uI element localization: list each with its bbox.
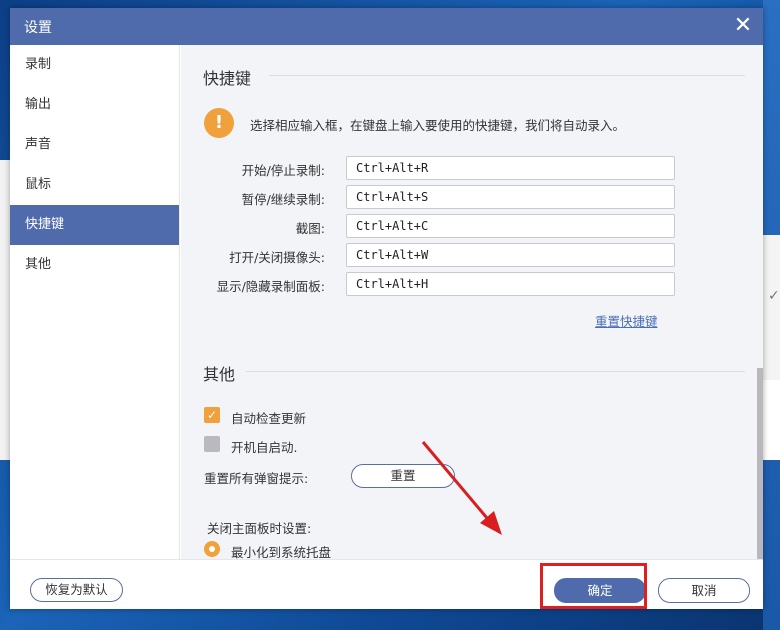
hotkey-label-start-stop: 开始/停止录制: <box>241 163 325 178</box>
close-icon[interactable]: ✕ <box>731 14 755 38</box>
section-divider <box>246 371 745 372</box>
other-section-title: 其他 <box>203 365 236 384</box>
section-divider <box>269 75 745 76</box>
settings-dialog: 设置 ✕ 录制 输出 声音 鼠标 快捷键 其他 快捷键 ! 选择相应输入框，在键… <box>10 8 763 609</box>
minimize-option-label: 最小化到系统托盘 <box>231 545 332 559</box>
sidebar-item-mouse[interactable]: 鼠标 <box>10 165 179 205</box>
sidebar-item-hotkeys[interactable]: 快捷键 <box>10 205 179 245</box>
reset-popups-button[interactable]: 重置 <box>351 464 455 488</box>
highlight-box <box>540 563 647 609</box>
title-bar: 设置 ✕ <box>10 8 763 45</box>
background-window-left <box>0 160 10 460</box>
dialog-title: 设置 <box>24 20 52 36</box>
hotkey-label-screenshot: 截图: <box>295 221 325 236</box>
sidebar-item-record[interactable]: 录制 <box>10 45 179 85</box>
cancel-button[interactable]: 取消 <box>658 578 750 603</box>
reset-popups-label: 重置所有弹窗提示: <box>204 471 309 486</box>
minimize-radio[interactable] <box>204 541 220 557</box>
scrollbar-thumb[interactable] <box>757 368 763 559</box>
sidebar: 录制 输出 声音 鼠标 快捷键 其他 <box>10 45 180 559</box>
dialog-footer: 恢复为默认 确定 取消 <box>10 559 763 609</box>
sidebar-item-other[interactable]: 其他 <box>10 245 179 285</box>
hotkey-input-panel[interactable]: Ctrl+Alt+H <box>346 272 675 296</box>
close-panel-label: 关闭主面板时设置: <box>207 521 312 536</box>
info-icon: ! <box>204 108 234 138</box>
sidebar-item-sound[interactable]: 声音 <box>10 125 179 165</box>
hotkey-label-panel: 显示/隐藏录制面板: <box>216 279 325 294</box>
hotkey-input-start-stop[interactable]: Ctrl+Alt+R <box>346 156 675 180</box>
autostart-checkbox[interactable] <box>204 436 220 452</box>
restore-default-button[interactable]: 恢复为默认 <box>30 578 123 602</box>
sidebar-item-output[interactable]: 输出 <box>10 85 179 125</box>
auto-update-label: 自动检查更新 <box>231 411 307 426</box>
autostart-label: 开机自启动. <box>231 440 298 455</box>
auto-update-checkbox[interactable]: ✓ <box>204 407 220 423</box>
hotkeys-section-title: 快捷键 <box>203 69 252 88</box>
hotkeys-info-text: 选择相应输入框，在键盘上输入要使用的快捷键，我们将自动录入。 <box>250 118 626 133</box>
background-check-icon: ✓ <box>768 288 780 304</box>
hotkey-input-pause-resume[interactable]: Ctrl+Alt+S <box>346 185 675 209</box>
hotkey-label-camera: 打开/关闭摄像头: <box>229 250 325 265</box>
settings-content: 快捷键 ! 选择相应输入框，在键盘上输入要使用的快捷键，我们将自动录入。 开始/… <box>181 45 763 559</box>
hotkey-label-pause-resume: 暂停/继续录制: <box>241 192 325 207</box>
reset-hotkeys-link[interactable]: 重置快捷键 <box>595 311 658 330</box>
hotkey-input-camera[interactable]: Ctrl+Alt+W <box>346 243 675 267</box>
hotkey-input-screenshot[interactable]: Ctrl+Alt+C <box>346 214 675 238</box>
